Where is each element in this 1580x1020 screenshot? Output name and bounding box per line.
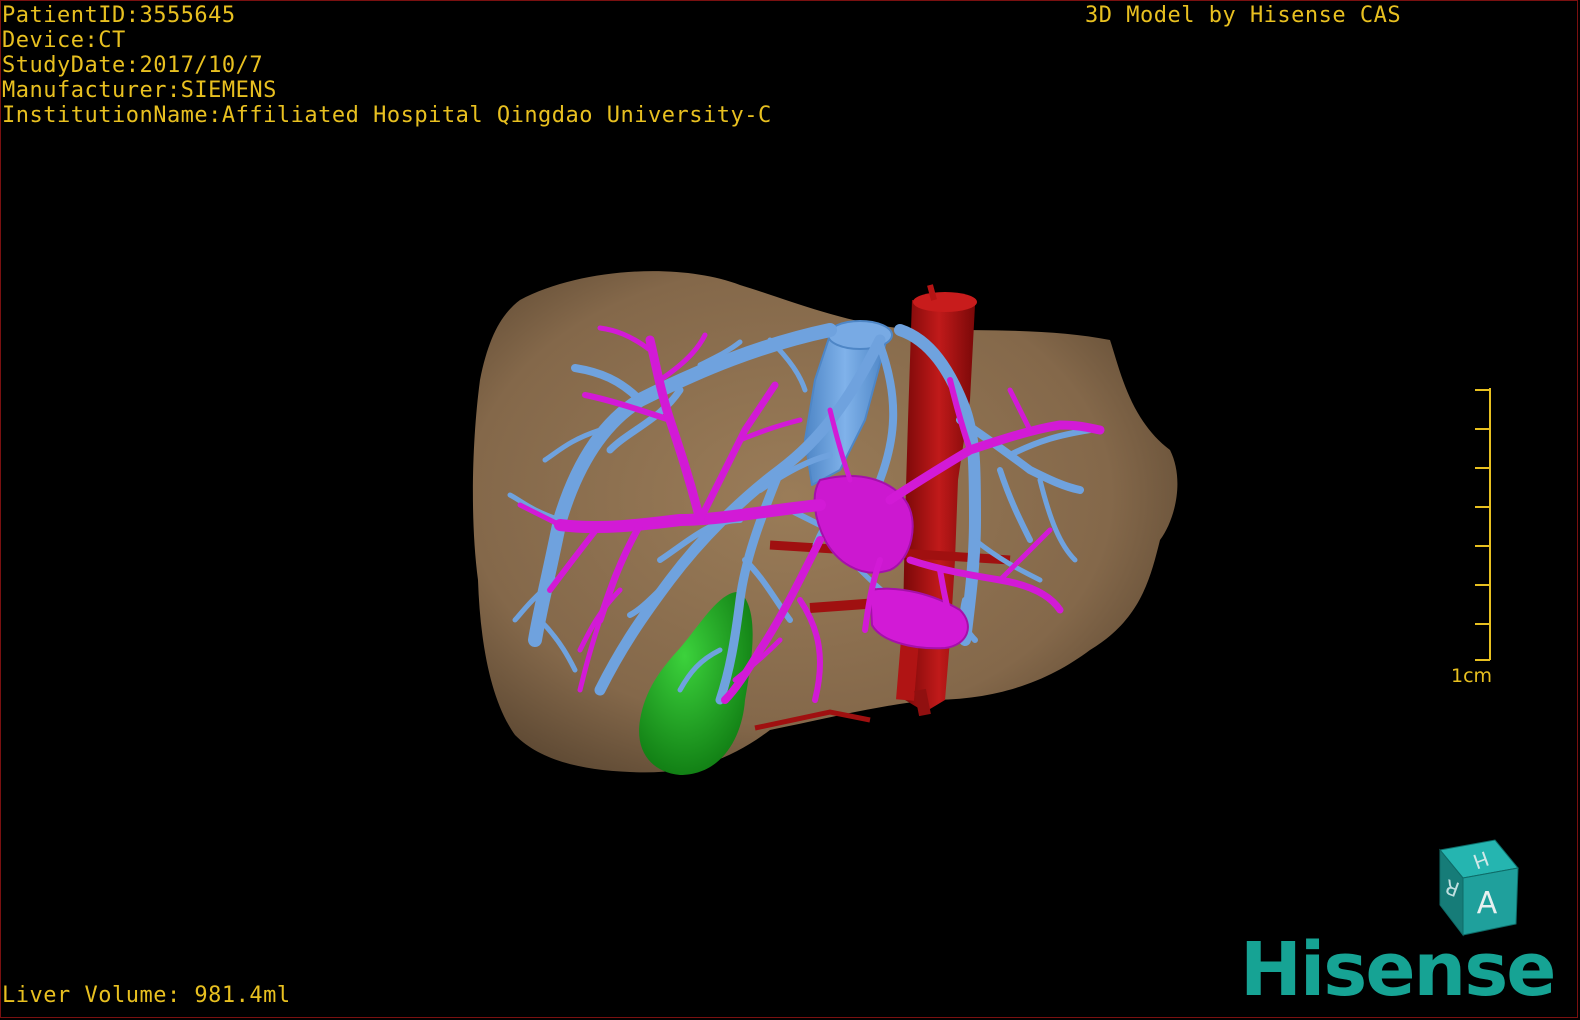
patient-id: PatientID:3555645 [2, 3, 236, 28]
institution-name: InstitutionName:Affiliated Hospital Qing… [2, 103, 772, 128]
hisense-logo: Hisense [1240, 927, 1556, 1013]
device: Device:CT [2, 28, 126, 53]
patient-info-block: PatientID:3555645 Device:CT StudyDate:20… [2, 3, 772, 128]
model-credit: 3D Model by Hisense CAS [1085, 3, 1402, 28]
cube-face-front: A [1477, 886, 1498, 921]
study-date: StudyDate:2017/10/7 [2, 53, 264, 78]
scale-bar-label: 1cm [1451, 665, 1493, 687]
manufacturer: Manufacturer:SIEMENS [2, 78, 277, 103]
liver-volume: Liver Volume: 981.4ml [2, 983, 291, 1008]
orientation-cube-icon: A H R [1439, 839, 1519, 937]
scale-bar [1475, 388, 1491, 661]
3d-liver-model-viewport[interactable]: A H R [0, 0, 1580, 1020]
